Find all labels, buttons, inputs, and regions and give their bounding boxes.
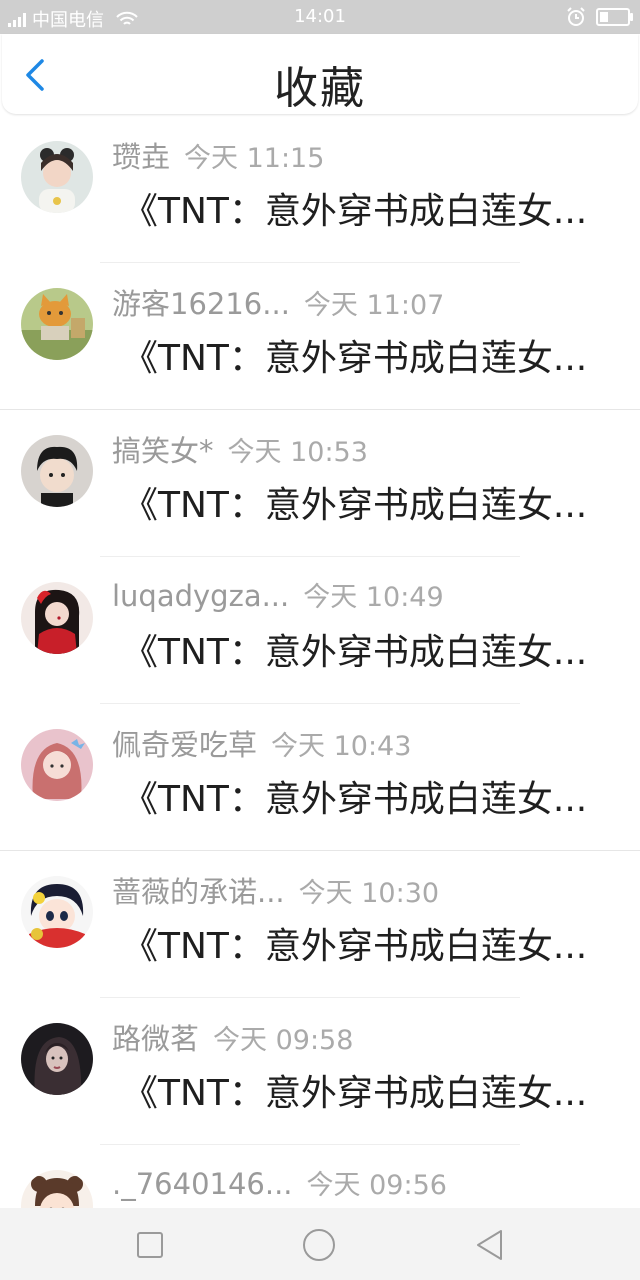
item-meta: 游客16216... 今天 11:07 (112, 281, 622, 323)
user-name: 蔷薇的承诺... (112, 875, 285, 909)
avatar[interactable] (21, 288, 93, 360)
battery-level (600, 12, 608, 22)
status-time: 14:01 (294, 6, 346, 27)
user-name: luqadygza... (112, 579, 290, 613)
avatar[interactable] (21, 141, 93, 213)
favorite-item[interactable]: ._7640146... 今天 09:56 (0, 1145, 640, 1208)
avatar[interactable] (21, 582, 93, 654)
screen: 中国电信 14:01 收藏 瓒垚 今天 11:15 《TNT：意外穿书成白莲女.… (0, 0, 640, 1280)
user-name: ._7640146... (112, 1167, 293, 1201)
timestamp: 今天 09:56 (306, 1170, 447, 1201)
page-title: 收藏 (274, 63, 366, 114)
timestamp: 今天 09:58 (213, 1025, 354, 1056)
favorites-list: 瓒垚 今天 11:15 《TNT：意外穿书成白莲女... 游客16216... 今天 1… (0, 116, 640, 1208)
favorite-item[interactable]: luqadygza... 今天 10:49 《TNT：意外穿书成白莲女... (0, 557, 640, 704)
favorite-title: 《TNT：意外穿书成白莲女... (122, 1073, 588, 1114)
favorite-item[interactable]: 瓒垚 今天 11:15 《TNT：意外穿书成白莲女... (0, 116, 640, 263)
favorite-item[interactable]: 佩奇爱吃草 今天 10:43 《TNT：意外穿书成白莲女... (0, 704, 640, 851)
recent-apps-button[interactable] (134, 1228, 168, 1262)
item-meta: 蔷薇的承诺... 今天 10:30 (112, 869, 622, 911)
item-meta: 搞笑女* 今天 10:53 (112, 428, 622, 470)
favorite-title: 《TNT：意外穿书成白莲女... (122, 338, 588, 379)
timestamp: 今天 10:49 (303, 582, 444, 613)
avatar[interactable] (21, 435, 93, 507)
favorite-item[interactable]: 搞笑女* 今天 10:53 《TNT：意外穿书成白莲女... (0, 410, 640, 557)
timestamp: 今天 10:30 (298, 878, 440, 909)
timestamp: 今天 11:07 (303, 290, 445, 321)
battery-icon (596, 8, 633, 26)
system-back-button[interactable] (474, 1228, 508, 1262)
favorite-item[interactable]: 蔷薇的承诺... 今天 10:30 《TNT：意外穿书成白莲女... (0, 851, 640, 998)
alarm-icon (567, 7, 585, 26)
avatar[interactable] (21, 1170, 93, 1208)
user-name: 路微茗 (112, 1022, 200, 1056)
favorite-title: 《TNT：意外穿书成白莲女... (122, 779, 588, 820)
item-meta: 瓒垚 今天 11:15 (112, 134, 622, 176)
home-button[interactable] (302, 1228, 336, 1262)
favorite-title: 《TNT：意外穿书成白莲女... (122, 485, 588, 526)
status-right (566, 7, 633, 27)
user-name: 佩奇爱吃草 (112, 728, 258, 762)
item-meta: ._7640146... 今天 09:56 (112, 1163, 622, 1202)
status-bar: 中国电信 14:01 (0, 0, 640, 34)
user-name: 瓒垚 (112, 140, 171, 174)
item-meta: luqadygza... 今天 10:49 (112, 575, 622, 614)
favorite-title: 《TNT：意外穿书成白莲女... (122, 632, 588, 673)
timestamp: 今天 10:43 (271, 731, 412, 762)
avatar[interactable] (21, 876, 93, 948)
avatar[interactable] (21, 1023, 93, 1095)
favorite-title: 《TNT：意外穿书成白莲女... (122, 191, 588, 232)
system-nav-bar (0, 1208, 640, 1280)
timestamp: 今天 10:53 (227, 437, 368, 468)
user-name: 游客16216... (112, 287, 290, 321)
avatar[interactable] (21, 729, 93, 801)
header: 收藏 (2, 34, 638, 114)
user-name: 搞笑女* (112, 434, 214, 468)
timestamp: 今天 11:15 (184, 143, 325, 174)
item-meta: 佩奇爱吃草 今天 10:43 (112, 722, 622, 764)
item-meta: 路微茗 今天 09:58 (112, 1016, 622, 1058)
favorite-title: 《TNT：意外穿书成白莲女... (122, 926, 588, 967)
favorite-item[interactable]: 游客16216... 今天 11:07 《TNT：意外穿书成白莲女... (0, 263, 640, 410)
favorite-item[interactable]: 路微茗 今天 09:58 《TNT：意外穿书成白莲女... (0, 998, 640, 1145)
